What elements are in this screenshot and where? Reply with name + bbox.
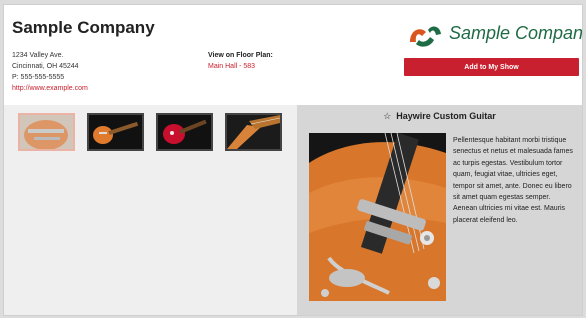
company-name: Sample Company xyxy=(12,18,155,37)
guitar-body-orange-image xyxy=(20,115,73,149)
phone-number: P: 555-555-5555 xyxy=(12,74,65,81)
product-title: Haywire Custom Guitar xyxy=(396,111,496,121)
guitar-red-image xyxy=(158,115,211,149)
star-icon[interactable]: ☆ xyxy=(383,111,391,121)
guitar-closeup-image xyxy=(309,133,446,301)
floor-plan-label: View on Floor Plan: xyxy=(208,52,273,59)
logo-text: Sample Company xyxy=(449,23,583,43)
product-description: Pellentesque habitant morbi tristique se… xyxy=(453,137,573,224)
company-address: 1234 Valley Ave. Cincinnati, OH 45244 P:… xyxy=(12,50,88,94)
floor-plan-location-link[interactable]: Main Hall - 583 xyxy=(208,61,273,72)
address-line-2: Cincinnati, OH 45244 xyxy=(12,63,79,70)
thumbnail-4[interactable] xyxy=(225,113,282,151)
thumbnail-1[interactable] xyxy=(18,113,75,151)
product-title-bar: ☆ Haywire Custom Guitar xyxy=(297,111,582,122)
floor-plan-info: View on Floor Plan: Main Hall - 583 xyxy=(208,50,273,72)
thumbnail-3[interactable] xyxy=(156,113,213,151)
thumbnail-2[interactable] xyxy=(87,113,144,151)
thumbnail-strip xyxy=(18,113,282,151)
product-detail-panel: ☆ Haywire Custom Guitar Pellentesque hab… xyxy=(297,105,582,315)
sample-company-logo-icon xyxy=(410,26,441,47)
gallery-section: ☆ Haywire Custom Guitar Pellentesque hab… xyxy=(4,105,582,315)
exhibitor-page: Sample Company 1234 Valley Ave. Cincinna… xyxy=(3,4,583,316)
guitar-full-orange-image xyxy=(89,115,142,149)
add-to-my-show-button[interactable]: Add to My Show xyxy=(404,58,579,76)
product-photo xyxy=(309,133,446,301)
company-logo: Sample Company xyxy=(404,20,582,50)
website-link[interactable]: http://www.example.com xyxy=(12,83,88,94)
guitar-neck-closeup-image xyxy=(227,115,280,149)
address-line-1: 1234 Valley Ave. xyxy=(12,52,64,59)
